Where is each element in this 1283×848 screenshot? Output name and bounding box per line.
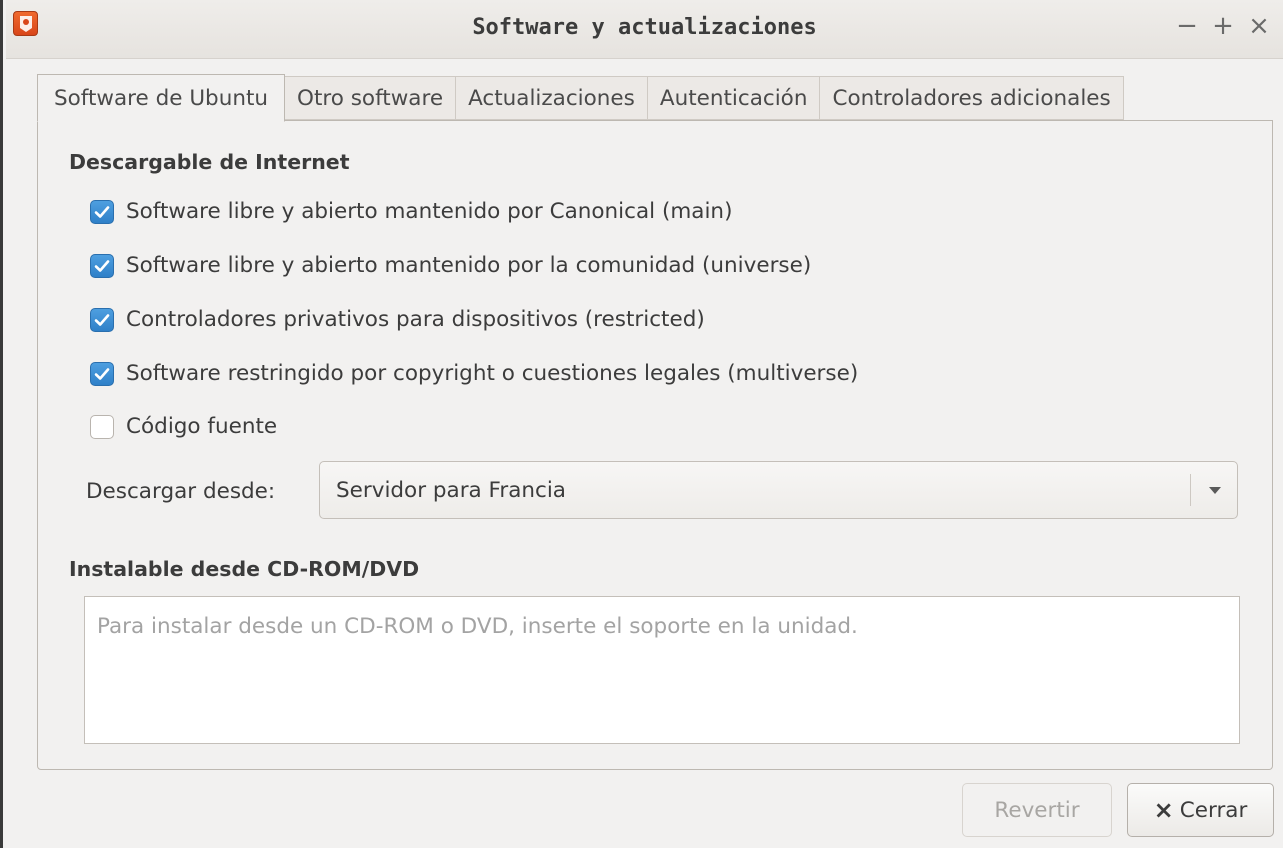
tab-label: Actualizaciones [468, 85, 635, 111]
checkbox-source-code[interactable] [90, 414, 114, 439]
tab-label: Controladores adicionales [832, 85, 1111, 111]
maximize-button[interactable]: + [1209, 12, 1237, 40]
tab-label: Software de Ubuntu [54, 85, 269, 111]
option-multiverse[interactable]: Software restringido por copyright o cue… [90, 361, 858, 386]
close-button[interactable]: × Cerrar [1127, 783, 1274, 837]
cdrom-message: Para instalar desde un CD-ROM o DVD, ins… [97, 614, 858, 639]
tab-label: Otro software [297, 85, 444, 111]
title-bar[interactable]: Software y actualizaciones − + × [6, 0, 1283, 59]
option-universe[interactable]: Software libre y abierto mantenido por l… [90, 253, 811, 278]
option-universe-label: Software libre y abierto mantenido por l… [126, 253, 812, 278]
download-server-select[interactable]: Servidor para Francia [319, 461, 1238, 519]
checkmark-icon [94, 259, 110, 272]
cdrom-section-heading: Instalable desde CD-ROM/DVD [69, 557, 420, 581]
download-server-value: Servidor para Francia [336, 478, 566, 503]
download-from-label: Descargar desde: [86, 479, 276, 504]
option-multiverse-label: Software restringido por copyright o cue… [126, 361, 859, 386]
option-source-code-label: Código fuente [126, 414, 278, 439]
tab-actualizaciones[interactable]: Actualizaciones [456, 76, 648, 120]
option-main-label: Software libre y abierto mantenido por C… [126, 199, 733, 224]
checkbox-restricted[interactable] [90, 307, 114, 332]
checkbox-multiverse[interactable] [90, 361, 114, 386]
minimize-button[interactable]: − [1173, 12, 1201, 40]
checkbox-main[interactable] [90, 199, 114, 224]
tab-label: Autenticación [659, 85, 808, 111]
revert-button-label: Revertir [994, 797, 1080, 823]
option-restricted[interactable]: Controladores privativos para dispositiv… [90, 307, 705, 332]
checkmark-icon [94, 313, 110, 326]
checkbox-universe[interactable] [90, 253, 114, 278]
window-title: Software y actualizaciones [472, 15, 817, 40]
revert-button[interactable]: Revertir [962, 783, 1112, 837]
option-main[interactable]: Software libre y abierto mantenido por C… [90, 199, 732, 224]
close-icon: × [1153, 796, 1174, 824]
software-updates-window: Software y actualizaciones − + × Softwar… [0, 0, 1283, 848]
checkmark-icon [94, 205, 110, 218]
option-source-code[interactable]: Código fuente [90, 414, 277, 439]
option-restricted-label: Controladores privativos para dispositiv… [126, 307, 705, 332]
tab-controladores-adicionales[interactable]: Controladores adicionales [820, 76, 1124, 120]
checkmark-icon [94, 367, 110, 380]
tab-software-de-ubuntu[interactable]: Software de Ubuntu [37, 74, 286, 122]
combo-separator [1190, 474, 1191, 506]
close-button-label: Cerrar [1179, 797, 1248, 823]
dropdown-arrow-icon [1209, 487, 1221, 494]
cdrom-list[interactable]: Para instalar desde un CD-ROM o DVD, ins… [84, 596, 1240, 744]
tab-otro-software[interactable]: Otro software [285, 76, 457, 120]
tab-bar: Software de Ubuntu Otro software Actuali… [37, 74, 1124, 122]
close-window-button[interactable]: × [1245, 12, 1273, 40]
internet-section-heading: Descargable de Internet [69, 150, 350, 174]
tab-autenticacion[interactable]: Autenticación [647, 76, 821, 120]
